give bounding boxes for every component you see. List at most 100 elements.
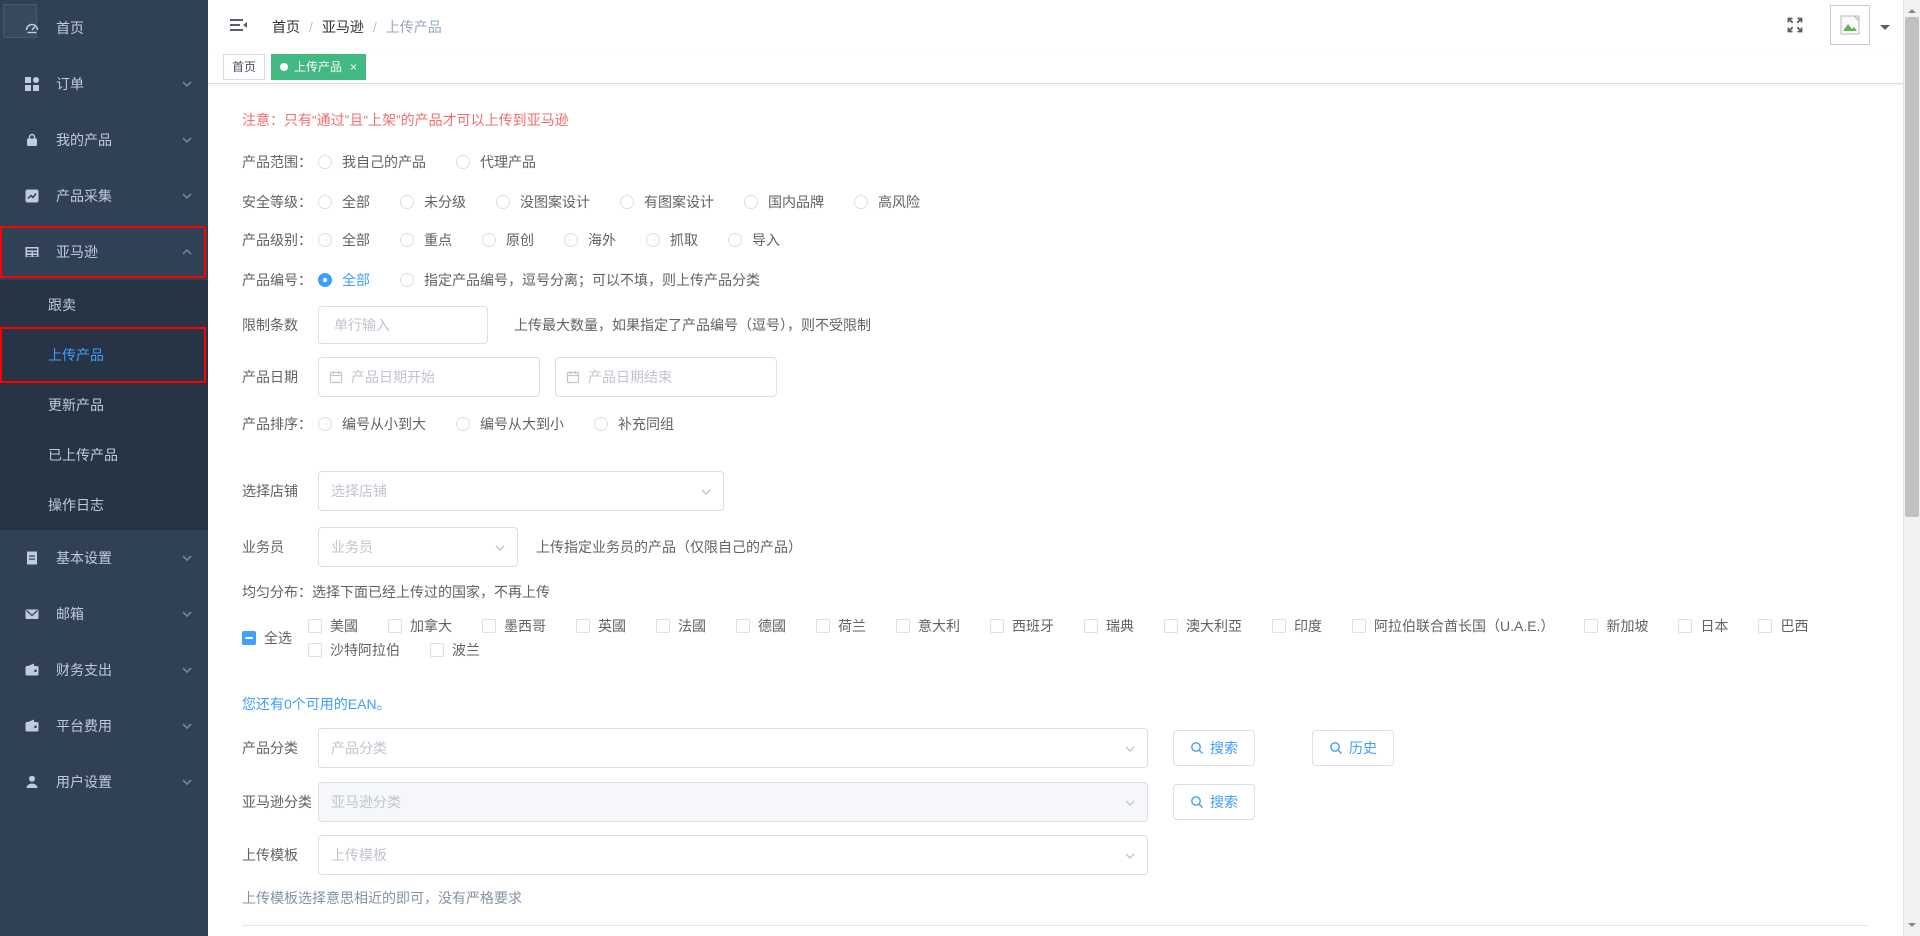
checkbox-country-mexico[interactable]: 墨西哥 [482, 616, 546, 636]
upload-product-form: 注意：只有“通过”且“上架”的产品才可以上传到亚马逊 产品范围： 我自己的产品 … [208, 84, 1903, 936]
radio-safety-has-pattern[interactable]: 有图案设计 [620, 192, 714, 212]
breadcrumb-amazon[interactable]: 亚马逊 [322, 19, 364, 35]
row-product-sort: 产品排序： 编号从小到大 编号从大到小 补充同组 [242, 414, 1869, 434]
radio-level-scraped[interactable]: 抓取 [646, 230, 698, 250]
category-history-button[interactable]: 历史 [1312, 730, 1394, 766]
amazon-table-icon [24, 244, 40, 260]
sidebar-item-operation-log[interactable]: 操作日志 [0, 480, 208, 530]
radio-sort-desc[interactable]: 编号从大到小 [456, 414, 564, 434]
checkbox-icon [482, 619, 496, 633]
search-icon [1190, 741, 1204, 755]
checkbox-country-saudi-arabia[interactable]: 沙特阿拉伯 [308, 640, 400, 660]
template-note-text: 上传模板选择意思相近的即可，没有严格要求 [242, 888, 1869, 908]
sidebar-item-orders[interactable]: 订单 [0, 56, 208, 112]
sidebar-item-home[interactable]: 首页 [0, 0, 208, 56]
radio-safety-high-risk[interactable]: 高风险 [854, 192, 920, 212]
hamburger-icon[interactable] [228, 15, 248, 35]
radio-safety-ungraded[interactable]: 未分级 [400, 192, 466, 212]
tag-home[interactable]: 首页 [223, 54, 265, 80]
field-label: 产品编号： [242, 270, 318, 290]
checkbox-country-uk[interactable]: 英國 [576, 616, 626, 636]
fullscreen-icon[interactable] [1786, 16, 1804, 34]
checkbox-country-japan[interactable]: 日本 [1678, 616, 1728, 636]
sidebar-item-finance-expense[interactable]: 财务支出 [0, 642, 208, 698]
shop-select[interactable]: 选择店铺 [318, 471, 724, 511]
salesman-select[interactable]: 业务员 [318, 527, 518, 567]
checkbox-country-india[interactable]: 印度 [1272, 616, 1322, 636]
checkbox-country-spain[interactable]: 西班牙 [990, 616, 1054, 636]
tag-upload-product[interactable]: 上传产品 × [271, 54, 366, 80]
sidebar-item-update-product[interactable]: 更新产品 [0, 380, 208, 430]
sidebar-item-mailbox[interactable]: 邮箱 [0, 586, 208, 642]
radio-agent-products[interactable]: 代理产品 [456, 152, 536, 172]
checkbox-country-france[interactable]: 法國 [656, 616, 706, 636]
sidebar-item-my-products[interactable]: 我的产品 [0, 112, 208, 168]
radio-level-imported[interactable]: 导入 [728, 230, 780, 250]
scrollbar-thumb[interactable] [1905, 17, 1919, 517]
sidebar-item-uploaded-products[interactable]: 已上传产品 [0, 430, 208, 480]
radio-level-overseas[interactable]: 海外 [564, 230, 616, 250]
radio-icon [318, 417, 332, 431]
chevron-up-icon [182, 248, 192, 256]
field-label: 上传模板 [242, 845, 318, 865]
sidebar-item-user-settings[interactable]: 用户设置 [0, 754, 208, 810]
date-start-input[interactable]: 产品日期开始 [318, 357, 540, 397]
radio-safety-domestic-brand[interactable]: 国内品牌 [744, 192, 824, 212]
radio-number-all[interactable]: 全部 [318, 270, 370, 290]
upload-template-select[interactable]: 上传模板 [318, 835, 1148, 875]
amazon-category-search-button[interactable]: 搜索 [1173, 784, 1255, 820]
checkbox-country-singapore[interactable]: 新加坡 [1584, 616, 1648, 636]
sidebar-item-platform-fee[interactable]: 平台费用 [0, 698, 208, 754]
radio-level-key[interactable]: 重点 [400, 230, 452, 250]
scrollbar-up-arrow-icon[interactable] [1908, 5, 1916, 13]
radio-icon [564, 233, 578, 247]
sidebar-item-follow-sell[interactable]: 跟卖 [0, 280, 208, 330]
caret-down-icon[interactable] [1880, 25, 1890, 35]
checkbox-country-canada[interactable]: 加拿大 [388, 616, 452, 636]
tag-label: 上传产品 [294, 58, 342, 75]
radio-sort-asc[interactable]: 编号从小到大 [318, 414, 426, 434]
row-product-level: 产品级别： 全部 重点 原创 海外 抓取 导入 [242, 230, 1869, 250]
checkbox-icon [1352, 619, 1366, 633]
checkbox-country-sweden[interactable]: 瑞典 [1084, 616, 1134, 636]
limit-count-input[interactable] [318, 306, 488, 344]
amazon-category-select[interactable]: 亚马逊分类 [318, 782, 1148, 822]
date-end-input[interactable]: 产品日期结束 [555, 357, 777, 397]
calendar-icon [566, 370, 580, 384]
radio-my-own-products[interactable]: 我自己的产品 [318, 152, 426, 172]
radio-level-all[interactable]: 全部 [318, 230, 370, 250]
checkbox-country-netherlands[interactable]: 荷兰 [816, 616, 866, 636]
radio-safety-no-pattern[interactable]: 没图案设计 [496, 192, 590, 212]
checkbox-country-australia[interactable]: 澳大利亞 [1164, 616, 1242, 636]
finance-icon [24, 662, 40, 678]
radio-safety-all[interactable]: 全部 [318, 192, 370, 212]
sidebar-item-basic-settings[interactable]: 基本设置 [0, 530, 208, 586]
page-scrollbar[interactable] [1903, 0, 1920, 936]
user-settings-icon [24, 774, 40, 790]
product-category-select[interactable]: 产品分类 [318, 728, 1148, 768]
checkbox-country-poland[interactable]: 波兰 [430, 640, 480, 660]
radio-level-original[interactable]: 原创 [482, 230, 534, 250]
field-label: 选择店铺 [242, 481, 318, 501]
radio-sort-fill-group[interactable]: 补充同组 [594, 414, 674, 434]
sidebar-item-amazon[interactable]: 亚马逊 [0, 224, 208, 280]
checkbox-country-germany[interactable]: 德國 [736, 616, 786, 636]
category-search-button[interactable]: 搜索 [1173, 730, 1255, 766]
tag-close-icon[interactable]: × [350, 61, 357, 73]
checkbox-country-brazil[interactable]: 巴西 [1758, 616, 1808, 636]
radio-number-specified[interactable]: 指定产品编号，逗号分离；可以不填，则上传产品分类 [400, 270, 760, 290]
sidebar-item-product-collection[interactable]: 产品采集 [0, 168, 208, 224]
checkbox-country-uae[interactable]: 阿拉伯联合酋长国（U.A.E.） [1352, 616, 1554, 636]
chevron-down-icon [182, 554, 192, 562]
avatar[interactable] [1830, 5, 1870, 45]
product-category-placeholder: 产品分类 [331, 738, 387, 758]
radio-icon [646, 233, 660, 247]
sidebar-item-upload-product[interactable]: 上传产品 [0, 330, 208, 380]
scrollbar-down-arrow-icon[interactable] [1908, 923, 1916, 931]
checkbox-country-italy[interactable]: 意大利 [896, 616, 960, 636]
radio-icon [318, 195, 332, 209]
select-all-checkbox[interactable]: 全选 [242, 628, 292, 648]
radio-icon [728, 233, 742, 247]
checkbox-country-usa[interactable]: 美國 [308, 616, 358, 636]
breadcrumb-home[interactable]: 首页 [272, 19, 300, 35]
